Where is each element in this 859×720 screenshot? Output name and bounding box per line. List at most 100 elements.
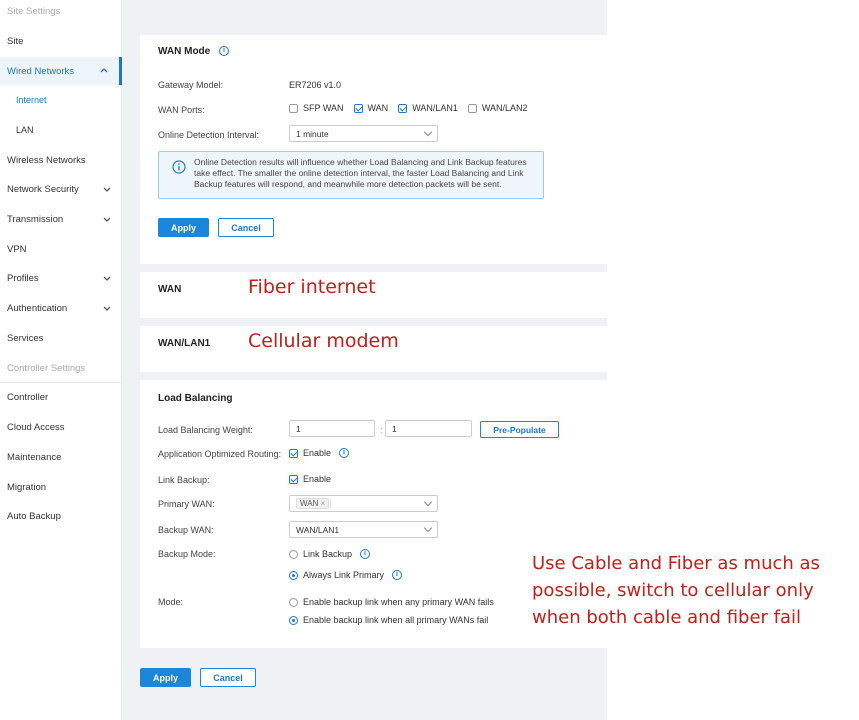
sfp-wan-checkbox[interactable] [289,103,298,113]
sidebar-item-label: Profiles [7,272,39,284]
wan-lan1-checkbox[interactable] [398,103,408,113]
chevron-up-icon [100,68,108,73]
sidebar-item-vpn[interactable]: VPN [0,235,122,263]
sidebar-item-label: Site Settings [7,5,61,17]
info-icon [172,160,186,174]
sidebar-item-lan[interactable]: LAN [0,116,122,144]
backup-mode-option-always-link-primary[interactable]: Always Link Primary i [289,570,403,580]
app-routing-group: Enable i [289,448,350,458]
app-routing-label: Application Optimized Routing: [158,449,282,459]
link-backup-checkbox[interactable] [289,474,298,484]
sidebar-item-label: Migration [7,481,47,493]
sidebar-item-internet[interactable]: Internet [0,86,122,114]
chevron-down-icon [423,523,433,533]
select-value: 1 minute [296,128,329,139]
cancel-button[interactable]: Cancel [218,218,274,237]
link-backup-group: Enable [289,474,331,484]
sidebar-item-label: Services [7,332,44,344]
mode-option-any-fails[interactable]: Enable backup link when any primary WAN … [289,597,494,607]
sidebar-item-label: Wired Networks [7,65,75,77]
backup-wan-select[interactable]: WAN/LAN1 [289,521,438,538]
chevron-down-icon [103,187,111,192]
wan-checkbox[interactable] [353,103,363,113]
sidebar-item-services[interactable]: Services [0,324,122,352]
sidebar-item-transmission[interactable]: Transmission [0,205,122,233]
detection-interval-label: Online Detection Interval: [158,130,260,140]
card-title-text: WAN Mode [158,46,211,57]
load-balancing-title: Load Balancing [158,393,233,404]
sidebar-item-profiles[interactable]: Profiles [0,264,122,292]
annotation-note-line: possible, switch to cellular only [532,580,814,601]
enable-label: Enable [303,448,332,458]
detection-notice: Online Detection results will influence … [158,151,544,199]
mode-option-all-fail[interactable]: Enable backup link when all primary WANs… [289,615,488,625]
wan-label: WAN [367,103,389,113]
enable-label: Enable [303,474,332,484]
option-label: Enable backup link when all primary WANs… [303,615,489,625]
radio-button[interactable] [289,597,298,607]
link-backup-label: Link Backup: [158,475,210,485]
sidebar: Site Settings Site Wired Networks Intern… [0,0,122,720]
wan-ports-group: SFP WAN WAN WAN/LAN1 WAN/LAN2 [289,103,528,113]
chevron-down-icon [423,127,433,137]
sidebar-item-label: Wireless Networks [7,154,86,166]
sidebar-item-label: Controller [7,391,49,403]
wan-lan1-card-title: WAN/LAN1 [158,338,211,349]
apply-button[interactable]: Apply [158,218,209,237]
wan-lan2-checkbox[interactable] [467,103,477,113]
sidebar-item-label: Cloud Access [7,421,65,433]
sidebar-item-controller[interactable]: Controller [0,383,122,411]
radio-button[interactable] [289,615,298,625]
close-icon[interactable]: × [321,499,326,508]
mode-label: Mode: [158,597,184,607]
chevron-down-icon [423,497,433,507]
option-label: Always Link Primary [303,570,385,580]
app-routing-checkbox[interactable] [289,448,298,458]
sidebar-item-wired-networks[interactable]: Wired Networks [0,57,122,85]
info-icon[interactable]: i [339,448,350,458]
tag-text: WAN [300,499,319,508]
detection-interval-select[interactable]: 1 minute [289,125,438,142]
sidebar-item-label: Auto Backup [7,510,61,522]
sidebar-item-authentication[interactable]: Authentication [0,294,122,322]
lb-weight-input-1[interactable]: 1 [289,420,375,437]
info-icon[interactable]: i [360,549,371,559]
sidebar-item-label: VPN [7,243,27,255]
gateway-model-value: ER7206 v1.0 [289,80,342,90]
sidebar-item-auto-backup[interactable]: Auto Backup [0,502,122,530]
info-icon[interactable]: i [219,46,229,57]
footer-apply-button[interactable]: Apply [140,668,191,687]
backup-mode-option-link-backup[interactable]: Link Backup i [289,549,371,559]
sidebar-item-maintenance[interactable]: Maintenance [0,443,122,471]
sidebar-section-controller-settings: Controller Settings [0,354,122,382]
pre-populate-button[interactable]: Pre-Populate [480,421,559,438]
info-icon[interactable]: i [392,570,403,580]
sidebar-item-migration[interactable]: Migration [0,473,122,501]
lb-weight-input-2[interactable]: 1 [385,420,472,437]
annotation-note-line: when both cable and fiber fail [532,607,802,628]
notice-text: Online Detection results will influence … [194,157,527,189]
primary-wan-label: Primary WAN: [158,499,215,509]
annotation-fiber: Fiber internet [248,276,376,298]
sidebar-section-site-settings: Site Settings [0,0,122,25]
sidebar-item-wireless-networks[interactable]: Wireless Networks [0,146,122,174]
wan-lan2-label: WAN/LAN2 [481,103,528,113]
wan-card-title: WAN [158,284,182,295]
sidebar-item-network-security[interactable]: Network Security [0,175,122,203]
wan-ports-label: WAN Ports: [158,105,205,115]
primary-wan-select[interactable]: WAN × [289,495,438,512]
sidebar-item-site[interactable]: Site [0,27,122,55]
chevron-down-icon [103,217,111,222]
sidebar-item-label: LAN [16,125,34,135]
backup-wan-label: Backup WAN: [158,525,214,535]
chevron-down-icon [103,276,111,281]
radio-button[interactable] [289,549,298,559]
gateway-model-label: Gateway Model: [158,80,224,90]
option-label: Enable backup link when any primary WAN … [303,597,494,607]
sfp-wan-label: SFP WAN [303,103,344,113]
radio-button[interactable] [289,570,298,580]
footer-cancel-button[interactable]: Cancel [200,668,256,687]
sidebar-item-cloud-access[interactable]: Cloud Access [0,413,122,441]
sidebar-item-label: Controller Settings [7,362,86,374]
annotation-cellular: Cellular modem [248,330,399,352]
